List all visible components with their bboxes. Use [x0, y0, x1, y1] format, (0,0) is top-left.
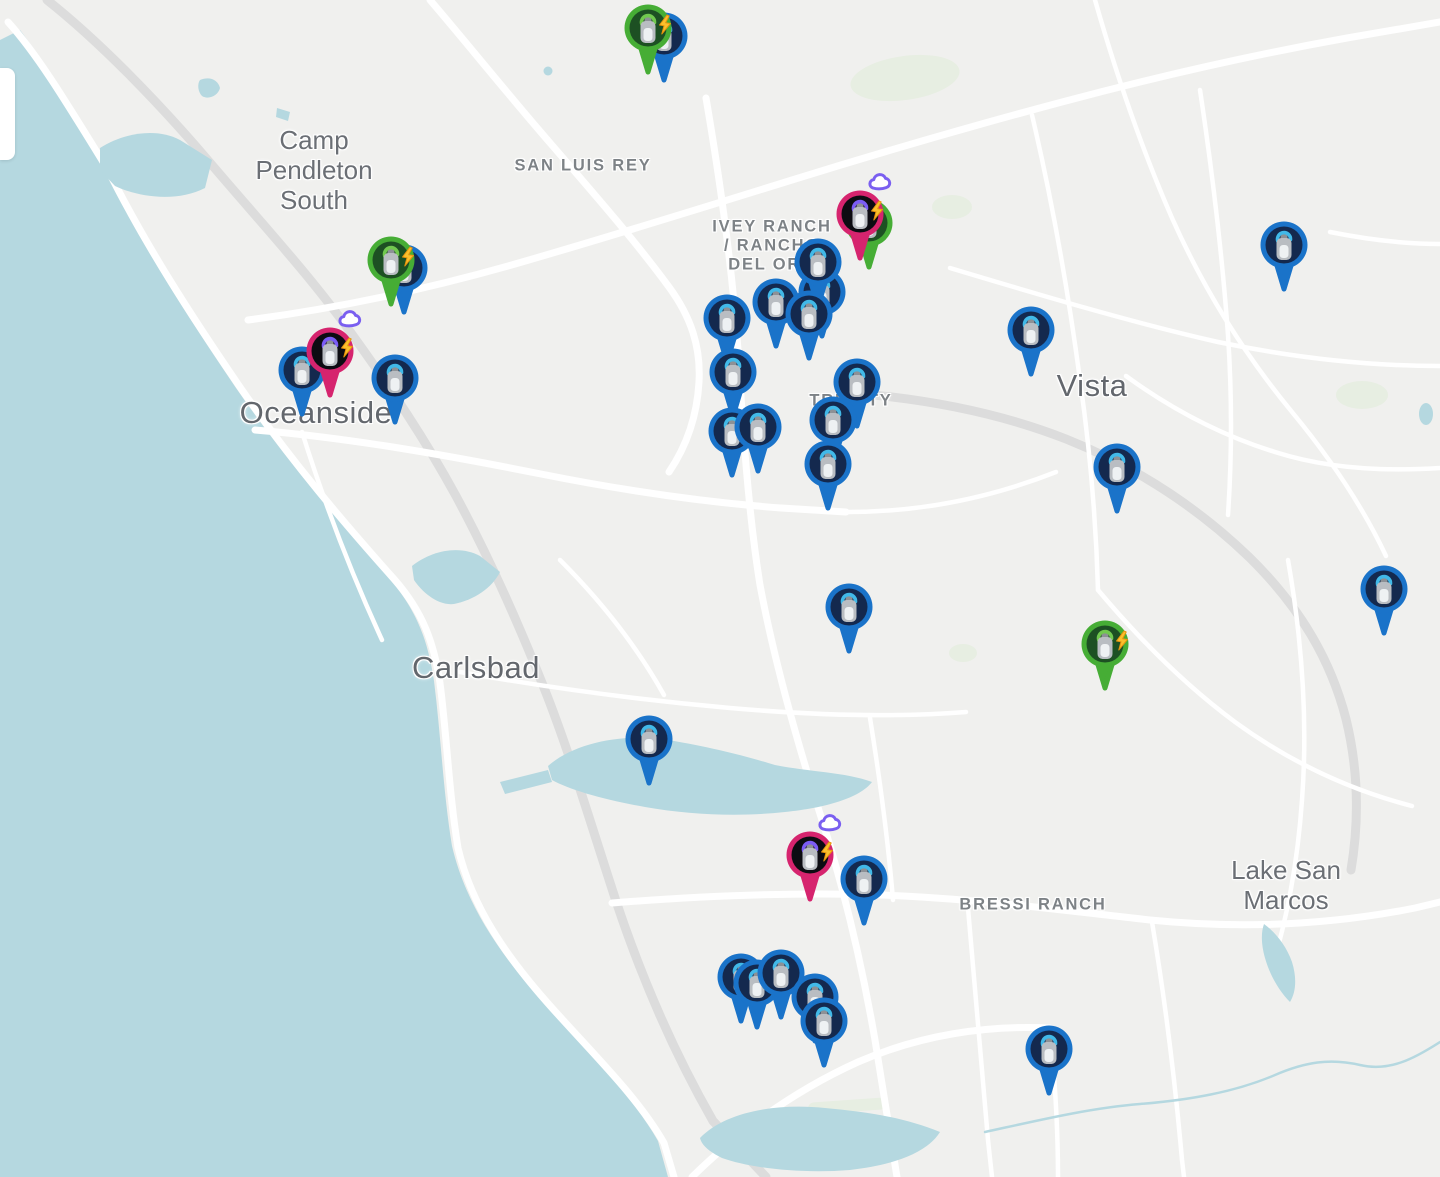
vehicle-pin-blue[interactable]	[1021, 1023, 1077, 1101]
scooter-icon	[384, 248, 399, 275]
scooter-icon	[641, 16, 656, 43]
road	[968, 908, 992, 1177]
park-area	[932, 195, 972, 219]
scooter-icon	[803, 843, 818, 870]
vehicle-pin-green[interactable]	[363, 234, 419, 312]
vehicle-pin-green[interactable]	[620, 2, 676, 80]
ocean	[0, 30, 668, 1177]
vehicle-pin-blue[interactable]	[1256, 219, 1312, 297]
scooter-icon	[817, 1009, 832, 1036]
lagoon-channel	[500, 770, 552, 794]
pond	[198, 78, 220, 97]
vehicle-pin-pink[interactable]	[302, 325, 358, 403]
road	[1152, 922, 1184, 1177]
scooter-icon	[821, 452, 836, 479]
road	[560, 560, 664, 695]
scooter-icon	[857, 867, 872, 894]
park-area	[847, 49, 962, 108]
scooter-icon	[642, 727, 657, 754]
road	[1330, 232, 1440, 244]
agua-hedionda-lagoon	[548, 738, 872, 815]
map-canvas[interactable]: Camp Pendleton SouthSAN LUIS REYIVEY RAN…	[0, 0, 1440, 1177]
scooter-icon	[811, 250, 826, 277]
scooter-icon	[850, 370, 865, 397]
vehicle-pin-blue[interactable]	[367, 352, 423, 430]
pond	[1419, 403, 1433, 425]
pond	[276, 108, 290, 121]
scooter-icon	[1377, 577, 1392, 604]
scooter-icon	[802, 302, 817, 329]
map-control-fragment	[0, 68, 15, 160]
vehicle-pin-blue[interactable]	[1356, 563, 1412, 641]
scooter-icon	[1110, 455, 1125, 482]
vehicle-pin-blue[interactable]	[800, 438, 856, 516]
lake-san-marcos-water	[1262, 924, 1295, 1002]
road	[612, 894, 1440, 925]
vehicle-pin-blue[interactable]	[796, 995, 852, 1073]
scooter-icon	[1024, 318, 1039, 345]
vehicle-pin-blue[interactable]	[821, 581, 877, 659]
road	[1126, 376, 1440, 469]
park-area	[949, 644, 977, 662]
scooter-icon	[842, 595, 857, 622]
vehicle-pin-blue[interactable]	[836, 853, 892, 931]
vehicle-pin-blue[interactable]	[1089, 441, 1145, 519]
scooter-icon	[388, 366, 403, 393]
scooter-icon	[726, 360, 741, 387]
scooter-icon	[826, 408, 841, 435]
vehicle-pin-blue[interactable]	[781, 288, 837, 366]
scooter-icon	[720, 306, 735, 333]
scooter-icon	[1098, 632, 1113, 659]
scooter-icon	[751, 415, 766, 442]
scooter-icon	[1042, 1037, 1057, 1064]
vehicle-pin-blue[interactable]	[730, 401, 786, 479]
scooter-icon	[323, 339, 338, 366]
park-area	[1336, 381, 1388, 409]
vehicle-pin-blue[interactable]	[621, 713, 677, 791]
batiquitos-lagoon	[700, 1107, 940, 1172]
scooter-icon	[1277, 233, 1292, 260]
scooter-icon	[853, 202, 868, 229]
vehicle-pin-pink[interactable]	[782, 829, 838, 907]
road	[848, 472, 1056, 512]
vehicle-pin-blue[interactable]	[1003, 304, 1059, 382]
pond	[544, 67, 553, 76]
vehicle-pin-green[interactable]	[1077, 618, 1133, 696]
